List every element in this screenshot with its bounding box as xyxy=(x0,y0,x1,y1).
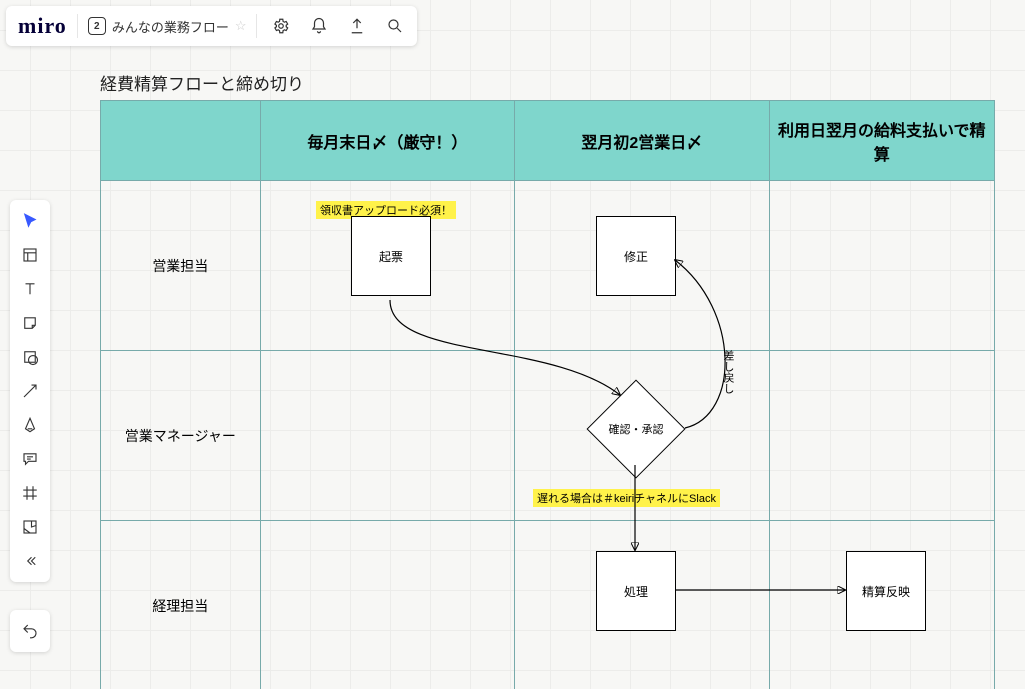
shape-process[interactable]: 処理 xyxy=(596,551,676,631)
divider xyxy=(256,14,257,38)
tool-templates[interactable] xyxy=(14,240,46,270)
template-icon xyxy=(21,246,39,264)
apps-icon xyxy=(21,518,39,536)
tool-sticky[interactable] xyxy=(14,308,46,338)
tool-apps[interactable] xyxy=(14,512,46,542)
grid-icon xyxy=(21,484,39,502)
row-label-accounting[interactable]: 経理担当 xyxy=(101,521,261,689)
canvas[interactable]: 経費精算フローと締め切り 毎月末日〆（厳守！） 翌月初2営業日〆 利用日翌月の給… xyxy=(0,0,1025,689)
shape-approve[interactable]: 確認・承認 xyxy=(586,394,686,464)
cell-b2 xyxy=(261,351,515,520)
board-badge: 2 xyxy=(88,17,106,35)
undo-button[interactable] xyxy=(14,616,46,646)
undo-icon xyxy=(21,622,39,640)
tool-more[interactable] xyxy=(14,546,46,576)
notifications-button[interactable] xyxy=(305,12,333,40)
search-icon xyxy=(386,17,404,35)
tool-rail xyxy=(10,200,50,582)
text-icon xyxy=(21,280,39,298)
search-button[interactable] xyxy=(381,12,409,40)
more-icon xyxy=(21,552,39,570)
shape-icon xyxy=(21,348,39,366)
header-col-b[interactable]: 毎月末日〆（厳守！） xyxy=(261,101,515,180)
row-sales: 営業担当 xyxy=(101,181,994,351)
tool-shape[interactable] xyxy=(14,342,46,372)
board-chip[interactable]: 2 みんなの業務フロー ☆ xyxy=(88,17,247,36)
header-blank xyxy=(101,101,261,180)
tool-comment[interactable] xyxy=(14,444,46,474)
tool-text[interactable] xyxy=(14,274,46,304)
header-col-c[interactable]: 翌月初2営業日〆 xyxy=(515,101,769,180)
arrow-icon xyxy=(21,382,39,400)
header-row: 毎月末日〆（厳守！） 翌月初2営業日〆 利用日翌月の給料支払いで精算 xyxy=(101,101,994,181)
row-label-manager[interactable]: 営業マネージャー xyxy=(101,351,261,520)
divider xyxy=(77,14,78,38)
cell-d1 xyxy=(770,181,995,350)
star-icon[interactable]: ☆ xyxy=(235,18,247,34)
diagram-title[interactable]: 経費精算フローと締め切り xyxy=(100,70,304,95)
shape-create[interactable]: 起票 xyxy=(351,216,431,296)
cursor-icon xyxy=(21,212,39,230)
board-name: みんなの業務フロー xyxy=(112,17,229,36)
row-label-sales[interactable]: 営業担当 xyxy=(101,181,261,350)
bell-icon xyxy=(310,17,328,35)
app-logo[interactable]: miro xyxy=(18,13,67,39)
pen-icon xyxy=(21,416,39,434)
sticky-icon xyxy=(21,314,39,332)
cell-d2 xyxy=(770,351,995,520)
shape-approve-label: 確認・承認 xyxy=(586,394,686,464)
export-button[interactable] xyxy=(343,12,371,40)
comment-icon xyxy=(21,450,39,468)
shape-fix[interactable]: 修正 xyxy=(596,216,676,296)
tool-select[interactable] xyxy=(14,206,46,236)
cell-b3 xyxy=(261,521,515,689)
note-late[interactable]: 遅れる場合は＃keiriチャネルにSlack xyxy=(533,489,720,507)
tool-pen[interactable] xyxy=(14,410,46,440)
header-col-d[interactable]: 利用日翌月の給料支払いで精算 xyxy=(770,101,995,180)
tool-frame[interactable] xyxy=(14,478,46,508)
settings-button[interactable] xyxy=(267,12,295,40)
upload-icon xyxy=(348,17,366,35)
shape-reflect[interactable]: 精算反映 xyxy=(846,551,926,631)
topbar: miro 2 みんなの業務フロー ☆ xyxy=(6,6,417,46)
swimlane-frame[interactable]: 毎月末日〆（厳守！） 翌月初2営業日〆 利用日翌月の給料支払いで精算 営業担当 … xyxy=(100,100,995,689)
undo-rail xyxy=(10,610,50,652)
tool-line[interactable] xyxy=(14,376,46,406)
gear-icon xyxy=(272,17,290,35)
